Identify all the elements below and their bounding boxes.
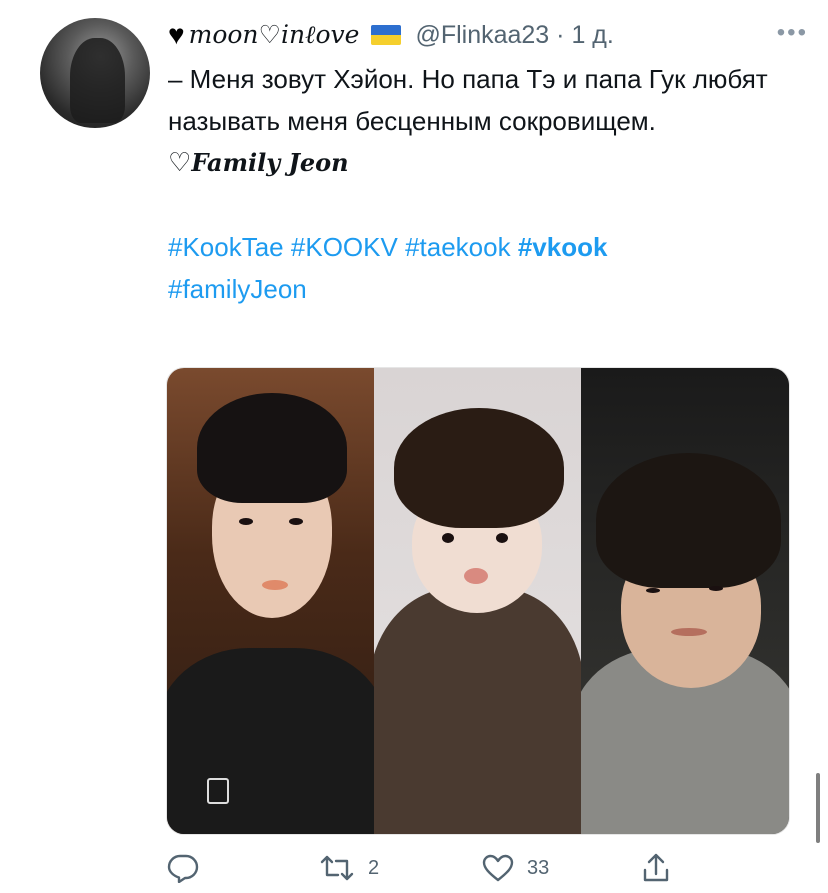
like-icon <box>481 853 515 883</box>
display-name[interactable]: moon♡inℓove <box>189 20 360 50</box>
like-button[interactable]: 33 <box>481 853 641 883</box>
hashtag-link[interactable]: #vkook <box>518 232 608 262</box>
photo-left[interactable] <box>167 368 374 834</box>
signature-text: Family Jeon <box>191 148 349 177</box>
handle-and-time: @Flinkaa23 · 1 д. <box>415 21 613 50</box>
share-button[interactable] <box>641 852 671 884</box>
hashtag-link[interactable]: #KOOKV <box>291 232 398 262</box>
like-count: 33 <box>527 856 550 879</box>
hashtag-link[interactable]: #KookTae <box>168 232 284 262</box>
avatar[interactable] <box>40 18 150 128</box>
photo-middle[interactable] <box>374 368 581 834</box>
separator-dot: · <box>556 20 572 49</box>
handle[interactable]: @Flinkaa23 <box>415 21 549 49</box>
signature: ♡Family Jeon <box>168 142 788 184</box>
reply-button[interactable] <box>166 853 318 883</box>
retweet-icon <box>318 853 356 883</box>
share-icon <box>641 852 671 884</box>
hashtags: #KookTae #KOOKV #taekook #vkook #familyJ… <box>168 226 788 310</box>
scrollbar[interactable] <box>816 773 820 843</box>
media-grid[interactable] <box>166 367 790 835</box>
hashtag-link[interactable]: #familyJeon <box>168 274 307 304</box>
tweet-header: ♥ moon♡inℓove @Flinkaa23 · 1 д. ••• <box>168 18 808 52</box>
timestamp[interactable]: 1 д. <box>571 21 613 49</box>
retweet-count: 2 <box>368 856 380 879</box>
hashtag-link[interactable]: #taekook <box>405 232 511 262</box>
photo-right[interactable] <box>581 368 789 834</box>
tweet-actions: 2 33 <box>166 848 686 888</box>
black-heart-icon: ♥ <box>168 19 185 50</box>
heart-outline-icon: ♡ <box>168 148 192 178</box>
more-options-icon[interactable]: ••• <box>777 18 808 48</box>
tweet-text: – Меня зовут Хэйон. Но папа Тэ и папа Гу… <box>168 64 768 136</box>
reply-icon <box>166 853 200 883</box>
tweet-body: – Меня зовут Хэйон. Но папа Тэ и папа Гу… <box>168 58 788 310</box>
ukraine-flag-icon <box>371 25 402 45</box>
retweet-button[interactable]: 2 <box>318 853 481 883</box>
